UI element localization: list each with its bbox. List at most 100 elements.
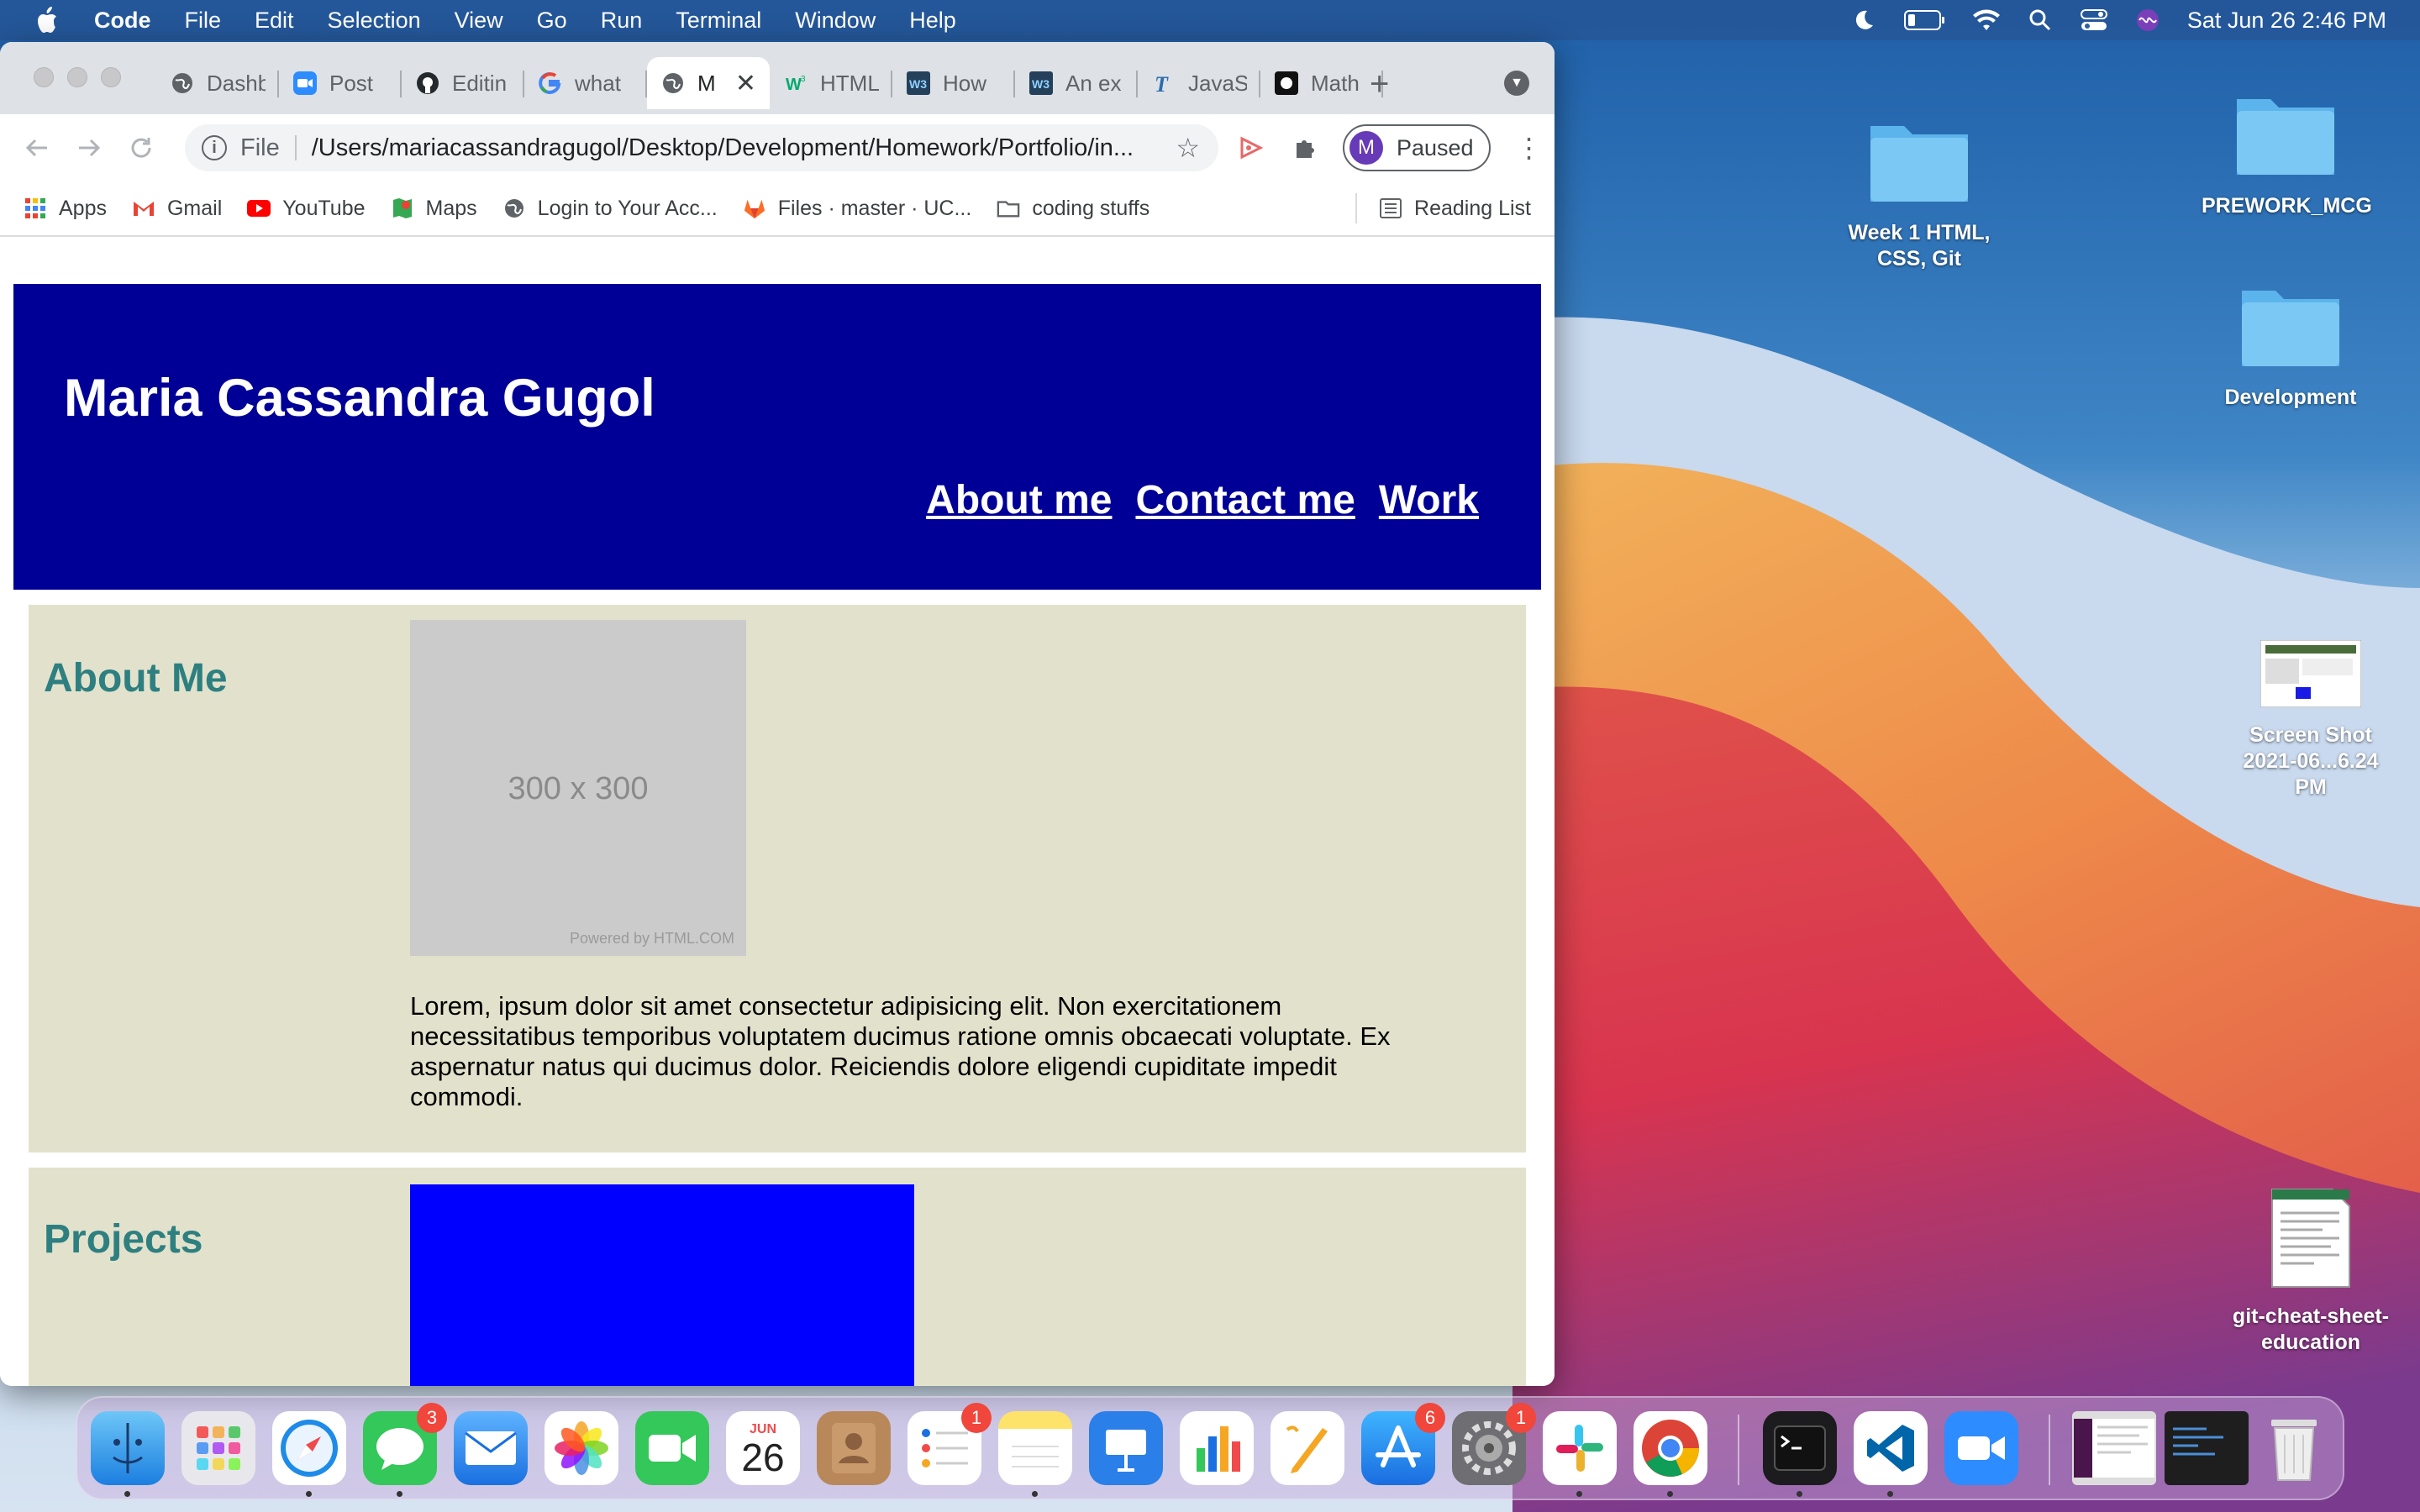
- tab-portfolio-active[interactable]: M ✕: [647, 57, 770, 109]
- zoom-window-button[interactable]: [101, 67, 121, 87]
- siri-icon[interactable]: [2133, 6, 2162, 34]
- desktop-git-cheat-sheet[interactable]: git-cheat-sheet-education: [2227, 1188, 2395, 1356]
- menu-file[interactable]: File: [185, 8, 222, 34]
- dock-terminal-icon[interactable]: [1763, 1411, 1837, 1497]
- svg-text:W3: W3: [1032, 77, 1050, 91]
- dock-numbers-icon[interactable]: [1180, 1411, 1254, 1485]
- dock-minimized-window-slack[interactable]: [2072, 1411, 2156, 1485]
- dock-trash-icon[interactable]: [2257, 1411, 2331, 1485]
- menu-window[interactable]: Window: [795, 8, 876, 34]
- dock-keynote-icon[interactable]: [1089, 1411, 1163, 1485]
- tab-javascript[interactable]: T JavaS: [1138, 57, 1260, 109]
- minimize-window-button[interactable]: [67, 67, 87, 87]
- reading-list-button[interactable]: Reading List: [1355, 192, 1531, 223]
- dock-app-store-icon[interactable]: 6: [1361, 1403, 1445, 1485]
- tab-how[interactable]: W3 How: [892, 57, 1015, 109]
- svg-text:W: W: [786, 76, 802, 94]
- tab-math[interactable]: Math: [1260, 57, 1383, 109]
- gitlab-icon: [743, 197, 766, 220]
- desktop-screenshot-file[interactable]: Screen Shot 2021-06...6.24 PM: [2227, 639, 2395, 801]
- extension-cast-icon[interactable]: [1235, 131, 1269, 165]
- folder-icon: [997, 197, 1020, 220]
- menu-selection[interactable]: Selection: [328, 8, 421, 34]
- dock-facetime-icon[interactable]: [635, 1411, 709, 1485]
- dock-finder-icon[interactable]: [91, 1411, 165, 1497]
- tab-dashboard[interactable]: Dashb: [156, 57, 279, 109]
- bookmark-gmail[interactable]: Gmail: [132, 197, 222, 221]
- menu-view[interactable]: View: [455, 8, 503, 34]
- dock-chrome-icon[interactable]: [1634, 1411, 1707, 1497]
- reading-list-label: Reading List: [1414, 196, 1531, 220]
- new-tab-button[interactable]: +: [1370, 67, 1389, 101]
- desktop-folder-week1[interactable]: Week 1 HTML, CSS, Git: [1835, 118, 2003, 272]
- dock-system-preferences-icon[interactable]: 1: [1452, 1403, 1536, 1485]
- tab-w3schools-html[interactable]: W3 HTML: [770, 57, 892, 109]
- notification-badge: 1: [1506, 1403, 1536, 1433]
- extensions-puzzle-icon[interactable]: [1289, 131, 1323, 165]
- bookmark-coding-stuffs[interactable]: coding stuffs: [997, 197, 1150, 221]
- nav-link-work[interactable]: Work: [1379, 477, 1479, 523]
- nav-link-about-me[interactable]: About me: [926, 477, 1112, 523]
- wifi-icon[interactable]: [1972, 6, 2001, 34]
- tab-search-chevron-icon[interactable]: ▼: [1504, 71, 1529, 96]
- dock-safari-icon[interactable]: [272, 1411, 346, 1497]
- close-tab-icon[interactable]: ✕: [735, 69, 756, 98]
- nav-link-contact-me[interactable]: Contact me: [1135, 477, 1355, 523]
- tab-an-example[interactable]: W3 An ex: [1015, 57, 1138, 109]
- url-text[interactable]: /Users/mariacassandragugol/Desktop/Devel…: [312, 134, 1176, 162]
- tab-github-editing[interactable]: Editin: [402, 57, 524, 109]
- desktop-folder-development[interactable]: Development: [2207, 282, 2375, 411]
- apple-logo-icon[interactable]: [34, 6, 59, 34]
- tab-zoom-post[interactable]: Post: [279, 57, 402, 109]
- menu-help[interactable]: Help: [909, 8, 956, 34]
- menu-go[interactable]: Go: [537, 8, 567, 34]
- forward-arrow-icon[interactable]: [74, 133, 104, 163]
- close-window-button[interactable]: [34, 67, 54, 87]
- svg-text:W3: W3: [909, 77, 927, 91]
- dock-photos-icon[interactable]: [544, 1411, 618, 1485]
- bookmarks-bar: Apps Gmail YouTube Maps Login to Your Ac…: [0, 181, 1555, 237]
- menu-terminal[interactable]: Terminal: [676, 8, 761, 34]
- back-arrow-icon[interactable]: [22, 133, 52, 163]
- bookmark-login[interactable]: Login to Your Acc...: [502, 197, 718, 221]
- dock-slack-icon[interactable]: [1543, 1411, 1617, 1497]
- dock-messages-icon[interactable]: 3: [363, 1403, 447, 1497]
- bookmark-gitlab-files[interactable]: Files · master · UC...: [743, 197, 971, 221]
- running-indicator: [1576, 1491, 1582, 1497]
- menu-edit[interactable]: Edit: [255, 8, 294, 34]
- reload-icon[interactable]: [126, 133, 156, 163]
- dock-notes-icon[interactable]: [998, 1411, 1072, 1497]
- search-icon[interactable]: [2026, 6, 2054, 34]
- site-info-icon[interactable]: i: [202, 135, 227, 160]
- desktop-folder-prework[interactable]: PREWORK_MCG: [2202, 91, 2372, 219]
- tab-google-search[interactable]: what: [524, 57, 647, 109]
- browser-menu-icon[interactable]: ⋮: [1516, 132, 1543, 164]
- running-indicator: [1797, 1491, 1802, 1497]
- dock-vscode-icon[interactable]: [1854, 1411, 1928, 1497]
- bookmark-star-icon[interactable]: ☆: [1176, 132, 1200, 164]
- dock-minimized-window-vscode[interactable]: [2165, 1411, 2249, 1485]
- tab-label: Dashb: [207, 70, 266, 96]
- dock-pages-icon[interactable]: [1270, 1411, 1344, 1485]
- battery-icon[interactable]: [1903, 6, 1947, 34]
- menubar-clock[interactable]: Sat Jun 26 2:46 PM: [2187, 8, 2386, 34]
- dock-contacts-icon[interactable]: [817, 1411, 891, 1485]
- dock-launchpad-icon[interactable]: [182, 1411, 255, 1485]
- bookmark-maps[interactable]: Maps: [391, 197, 477, 221]
- menu-run[interactable]: Run: [601, 8, 643, 34]
- bookmark-apps[interactable]: Apps: [24, 197, 107, 221]
- dock-mail-icon[interactable]: [454, 1411, 528, 1485]
- menu-app-name[interactable]: Code: [94, 8, 151, 34]
- dock-zoom-icon[interactable]: [1944, 1411, 2018, 1485]
- address-bar[interactable]: i File /Users/mariacassandragugol/Deskto…: [185, 124, 1218, 171]
- globe-icon: [502, 197, 526, 220]
- calendar-day: 26: [741, 1436, 785, 1479]
- site-nav: About me Contact me Work: [926, 477, 1479, 523]
- profile-button[interactable]: M Paused: [1343, 124, 1491, 171]
- dock-reminders-icon[interactable]: 1: [908, 1403, 992, 1485]
- control-center-icon[interactable]: [2080, 6, 2108, 34]
- tab-label: An ex: [1065, 70, 1122, 96]
- dock-calendar-icon[interactable]: JUN 26: [726, 1411, 800, 1485]
- moon-icon[interactable]: [1849, 6, 1878, 34]
- bookmark-youtube[interactable]: YouTube: [247, 197, 366, 221]
